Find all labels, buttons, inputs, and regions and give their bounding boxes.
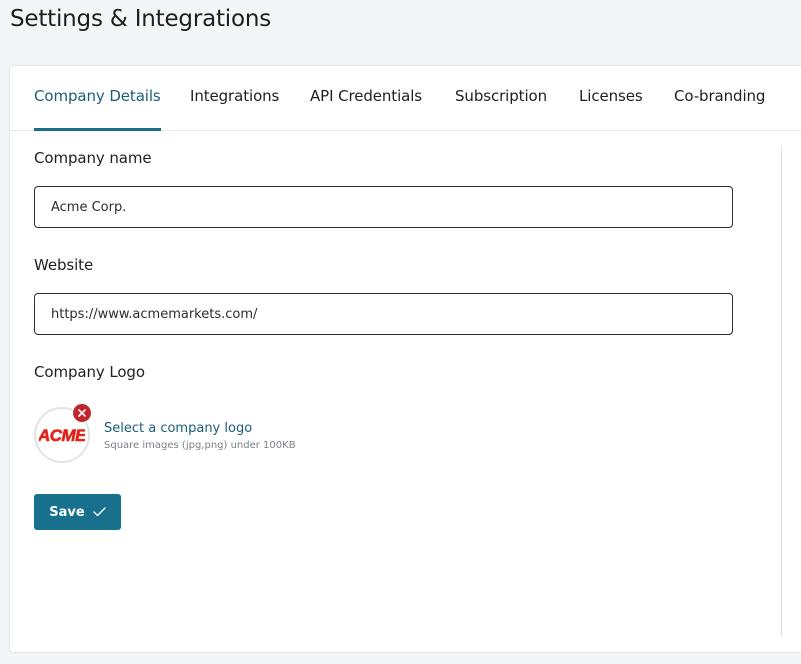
tab-co-branding[interactable]: Co-branding bbox=[674, 66, 765, 129]
select-logo-link[interactable]: Select a company logo bbox=[104, 421, 252, 436]
checkmark-icon bbox=[93, 507, 106, 517]
save-button[interactable]: Save bbox=[34, 494, 121, 530]
tab-integrations[interactable]: Integrations bbox=[190, 66, 279, 129]
company-name-input[interactable] bbox=[34, 186, 733, 228]
website-input[interactable] bbox=[34, 293, 733, 335]
tab-company-details[interactable]: Company Details bbox=[34, 66, 161, 131]
website-label: Website bbox=[34, 256, 94, 274]
remove-logo-button[interactable] bbox=[72, 403, 92, 423]
scrollbar[interactable] bbox=[781, 146, 782, 636]
tab-licenses[interactable]: Licenses bbox=[579, 66, 643, 129]
close-icon bbox=[78, 409, 86, 417]
company-name-label: Company name bbox=[34, 149, 152, 167]
save-button-label: Save bbox=[49, 504, 85, 520]
page-title: Settings & Integrations bbox=[10, 6, 272, 32]
settings-panel: Company Details Integrations API Credent… bbox=[9, 65, 801, 653]
logo-hint: Square images (jpg,png) under 100KB bbox=[104, 440, 296, 451]
company-logo-preview: ACME bbox=[34, 403, 92, 463]
tab-subscription[interactable]: Subscription bbox=[455, 66, 547, 129]
tab-bar: Company Details Integrations API Credent… bbox=[10, 66, 801, 131]
company-logo-label: Company Logo bbox=[34, 363, 145, 381]
svg-text:ACME: ACME bbox=[39, 426, 85, 445]
acme-logo: ACME bbox=[39, 426, 85, 445]
tab-api-credentials[interactable]: API Credentials bbox=[310, 66, 422, 129]
